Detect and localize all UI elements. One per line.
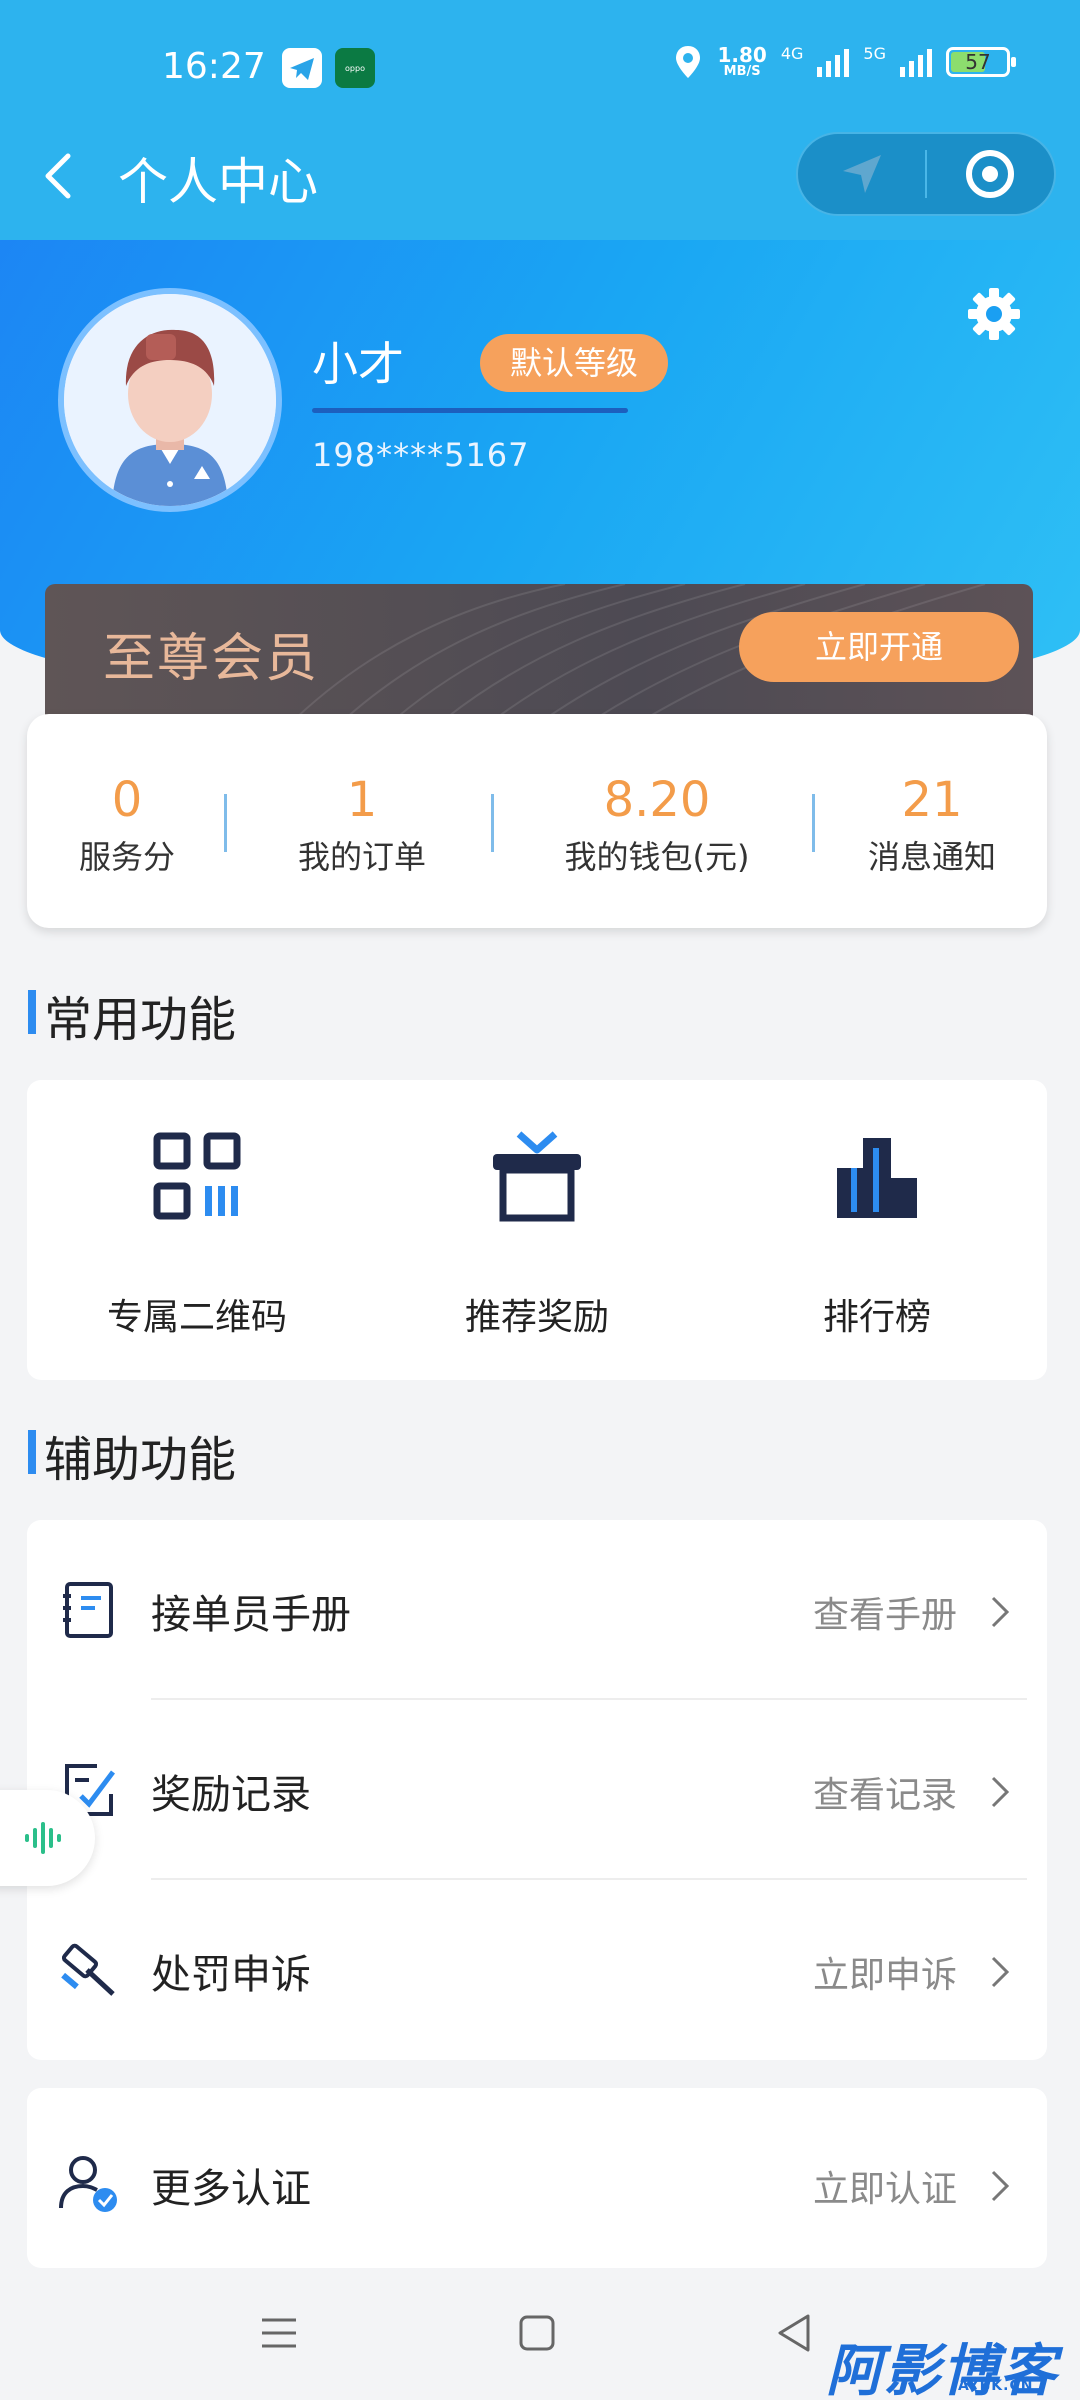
stat-divider (812, 794, 815, 852)
signal-icon-2 (900, 47, 932, 77)
list-item-reward-record[interactable]: 奖励记录 查看记录 (27, 1700, 1047, 1880)
section-title-aux: 辅助功能 (28, 1420, 236, 1490)
watermark-domain: AYBK.CN (958, 2378, 1034, 2394)
battery-icon: 57 (946, 47, 1016, 77)
menu-icon[interactable] (254, 2308, 304, 2358)
func-referral-reward[interactable]: 推荐奖励 (367, 1080, 707, 1380)
list-item-more-verification[interactable]: 更多认证 立即认证 (27, 2094, 1047, 2274)
user-name: 小才 (312, 337, 404, 391)
stat-service-score[interactable]: 0 服务分 (27, 714, 227, 928)
location-icon (676, 46, 701, 78)
page-title: 个人中心 (118, 153, 318, 211)
back-triangle-icon[interactable] (770, 2308, 820, 2358)
chevron-right-icon (991, 1596, 1010, 1628)
floating-voice-button[interactable] (0, 1790, 95, 1886)
signal-4g-label: 4G (780, 44, 804, 63)
share-button[interactable] (798, 132, 925, 216)
qr-code-icon (153, 1132, 241, 1220)
user-phone: 198****5167 (312, 436, 530, 474)
gift-icon (493, 1131, 581, 1222)
list-item-handbook[interactable]: 接单员手册 查看手册 (27, 1520, 1047, 1700)
vip-open-button[interactable]: 立即开通 (739, 612, 1019, 682)
chevron-right-icon (991, 2170, 1010, 2202)
sound-wave-icon (24, 1822, 61, 1854)
vip-card[interactable]: 至尊会员 立即开通 (45, 584, 1033, 719)
stat-my-wallet[interactable]: 8.20 我的钱包(元) (497, 714, 817, 928)
chevron-right-icon (991, 1776, 1010, 1808)
gavel-icon (61, 1943, 115, 1996)
signal-5g-label: 5G (863, 44, 886, 63)
more-verification-card: 更多认证 立即认证 (27, 2088, 1047, 2268)
signal-icon (817, 47, 850, 77)
handbook-icon (63, 1582, 113, 1638)
list-item-penalty-appeal[interactable]: 处罚申诉 立即申诉 (27, 1880, 1047, 2060)
func-ranking[interactable]: 排行榜 (707, 1080, 1047, 1380)
level-badge[interactable]: 默认等级 (480, 334, 669, 392)
stat-notifications[interactable]: 21 消息通知 (817, 714, 1047, 928)
gear-icon[interactable] (966, 286, 1022, 342)
vip-title: 至尊会员 (103, 629, 320, 689)
network-speed: 1.80 MB/S (717, 43, 767, 79)
chevron-right-icon (991, 1956, 1010, 1988)
oppo-app-icon: oppo (335, 48, 375, 88)
back-arrow-icon[interactable] (38, 146, 78, 206)
user-verify-icon (59, 2156, 117, 2212)
avatar[interactable] (58, 288, 282, 512)
stats-card: 0 服务分 1 我的订单 8.20 我的钱包(元) 21 消息通知 (27, 714, 1047, 928)
status-time: 16:27 (162, 46, 266, 87)
home-icon[interactable] (512, 2308, 562, 2358)
ranking-icon (837, 1138, 917, 1218)
level-progress-line (312, 408, 628, 413)
navigation-arrow-icon (842, 155, 881, 193)
avatar-illustration (64, 294, 276, 506)
target-circle-icon (966, 150, 1015, 198)
close-mini-program-button[interactable] (927, 132, 1054, 216)
status-indicators: 1.80 MB/S 4G 5G 57 (673, 43, 1016, 80)
section-title-common: 常用功能 (28, 980, 236, 1050)
common-functions-card: 专属二维码 推荐奖励 排行榜 (27, 1080, 1047, 1380)
status-bar: 16:27 oppo 1.80 MB/S 4G 5G 57 (0, 40, 1080, 100)
mini-program-capsule (796, 132, 1056, 216)
stat-my-orders[interactable]: 1 我的订单 (227, 714, 497, 928)
stat-divider (491, 794, 494, 852)
func-qr-code[interactable]: 专属二维码 (27, 1080, 367, 1380)
telegram-app-icon (282, 48, 322, 88)
aux-functions-list: 接单员手册 查看手册 奖励记录 查看记录 处罚申诉 立即申诉 (27, 1520, 1047, 2060)
